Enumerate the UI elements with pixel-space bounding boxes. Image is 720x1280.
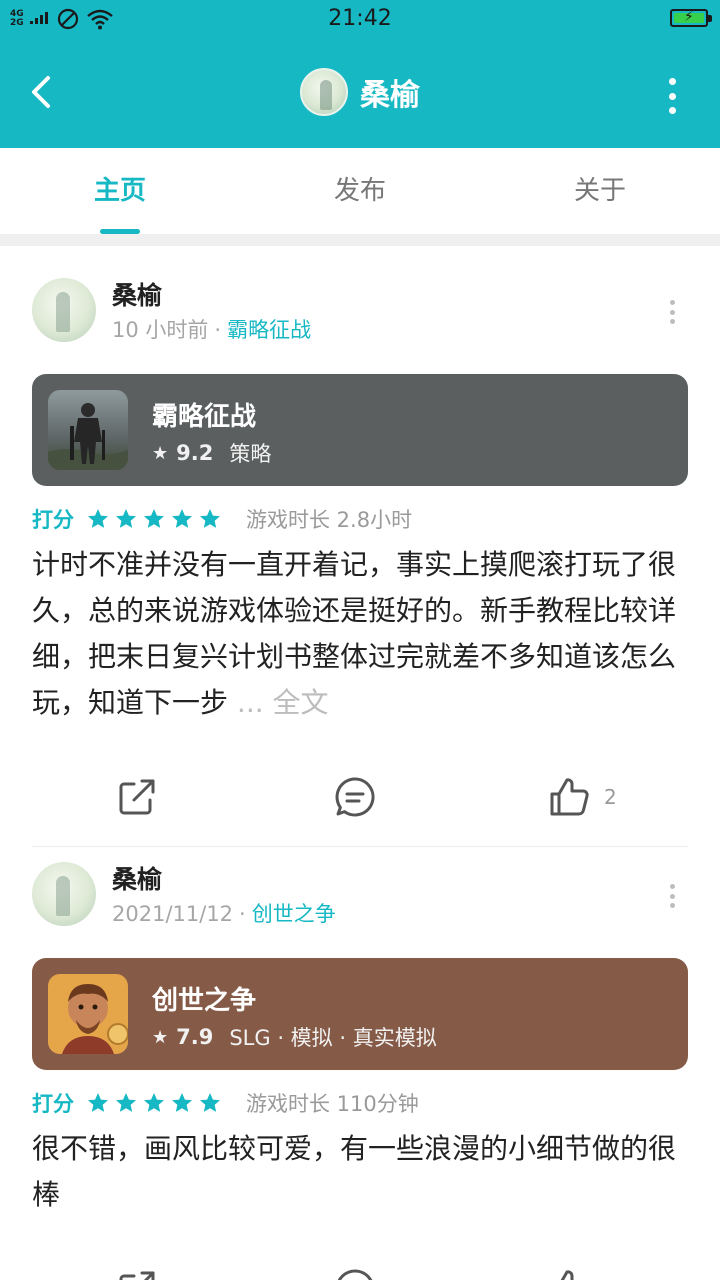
avatar[interactable] [32,862,96,926]
star-icon [88,509,108,528]
star-icon [144,1093,164,1112]
tab-home[interactable]: 主页 [0,148,240,234]
dot-icon [669,903,675,908]
review-text[interactable]: 很不错，画风比较可爱，有一些浪漫的小细节做的很棒 [32,1126,688,1218]
rating-stars [86,1091,222,1115]
game-link[interactable]: 霸略征战 [227,318,311,342]
post-more-button[interactable] [668,884,676,908]
clock: 21:42 [328,6,392,31]
game-tags: 策略 [229,442,272,466]
star-icon: ★ [152,1026,169,1048]
star-icon [172,509,192,528]
profile-header: 桑榆 [0,68,720,116]
review-post: 桑榆 10 小时前 · 霸略征战 霸略征战 ★ 9.2 策略 打分 游戏时长 2… [32,278,688,847]
post-actions: 1 [32,1238,688,1280]
game-info: ★ 9.2 策略 [152,438,271,468]
game-score: 7.9 [176,1025,214,1049]
star-icon [200,1093,220,1112]
tab-bar: 主页 发布 关于 [0,148,720,234]
dot-icon [669,309,675,315]
tab-about[interactable]: 关于 [480,148,720,234]
game-card[interactable]: 霸略征战 ★ 9.2 策略 [32,374,688,486]
game-link[interactable]: 创世之争 [252,902,336,926]
rating-stars [86,507,222,531]
share-button[interactable] [116,1268,158,1280]
star-icon [116,509,136,528]
comment-button[interactable] [334,1268,376,1280]
author-name[interactable]: 桑榆 [112,276,162,312]
comment-icon [337,1269,373,1280]
status-bar: 4G 2G 21:42 ⚡ [0,0,720,38]
playtime: 游戏时长 2.8小时 [246,508,413,532]
like-button[interactable]: 2 [548,776,617,818]
post-meta: 10 小时前 · 霸略征战 [112,318,312,342]
rating-label: 打分 [32,508,74,532]
app-header: 桑榆 [0,38,720,148]
dot-icon [669,319,675,324]
dot-icon [668,78,676,85]
game-name: 霸略征战 [152,402,257,432]
share-icon [119,1271,155,1280]
playtime: 游戏时长 110分钟 [246,1092,419,1116]
like-count: 2 [604,785,617,809]
comment-icon [335,777,375,817]
post-time: 10 小时前 [112,318,209,342]
dot-icon [669,300,675,305]
share-button[interactable] [116,776,158,818]
post-header: 桑榆 2021/11/12 · 创世之争 [32,862,688,942]
post-more-button[interactable] [668,300,676,324]
dot-icon [669,884,675,889]
dot-icon [668,92,676,100]
soldier-game-icon [48,390,128,470]
rating-label: 打分 [32,1092,74,1116]
game-name: 创世之争 [152,986,257,1016]
avatar[interactable] [32,278,96,342]
game-info: ★ 7.9 SLG · 模拟 · 真实模拟 [152,1022,437,1052]
star-icon [116,1093,136,1112]
star-icon: ★ [152,442,169,464]
star-icon [144,509,164,528]
page-title: 桑榆 [360,78,420,113]
share-icon [119,779,155,815]
post-header: 桑榆 10 小时前 · 霸略征战 [32,278,688,358]
star-icon [172,1093,192,1112]
thumbs-up-icon [560,1270,574,1280]
battery-charging-icon: ⚡ [670,9,712,27]
like-button[interactable]: 1 [548,1268,617,1280]
post-time: 2021/11/12 [112,902,234,926]
game-tags: SLG · 模拟 · 真实模拟 [229,1026,437,1050]
hero-game-icon [48,974,128,1054]
author-name[interactable]: 桑榆 [112,860,162,896]
more-options-button[interactable] [664,76,680,116]
thumbs-up-icon [550,778,589,816]
dot-icon [668,107,676,114]
read-more-link[interactable]: ... 全文 [237,686,329,719]
star-icon [88,1093,108,1112]
tab-publish[interactable]: 发布 [240,148,480,234]
avatar[interactable] [300,68,348,116]
review-post: 桑榆 2021/11/12 · 创世之争 创世之争 ★ 7.9 SLG · 模拟 ·… [32,862,688,1280]
rating-row: 打分 游戏时长 2.8小时 [32,502,688,536]
game-score: 9.2 [176,441,214,465]
rating-row: 打分 游戏时长 110分钟 [32,1086,688,1120]
star-icon [200,509,220,528]
post-meta: 2021/11/12 · 创世之争 [112,902,336,926]
game-icon [48,974,128,1054]
section-divider [0,234,720,246]
post-divider [32,846,688,847]
game-icon [48,390,128,470]
comment-button[interactable] [334,776,376,818]
post-actions: 2 [32,746,688,846]
game-card[interactable]: 创世之争 ★ 7.9 SLG · 模拟 · 真实模拟 [32,958,688,1070]
dot-icon [669,893,675,899]
review-text[interactable]: 计时不准并没有一直开着记，事实上摸爬滚打玩了很久，总的来说游戏体验还是挺好的。新… [32,542,688,726]
